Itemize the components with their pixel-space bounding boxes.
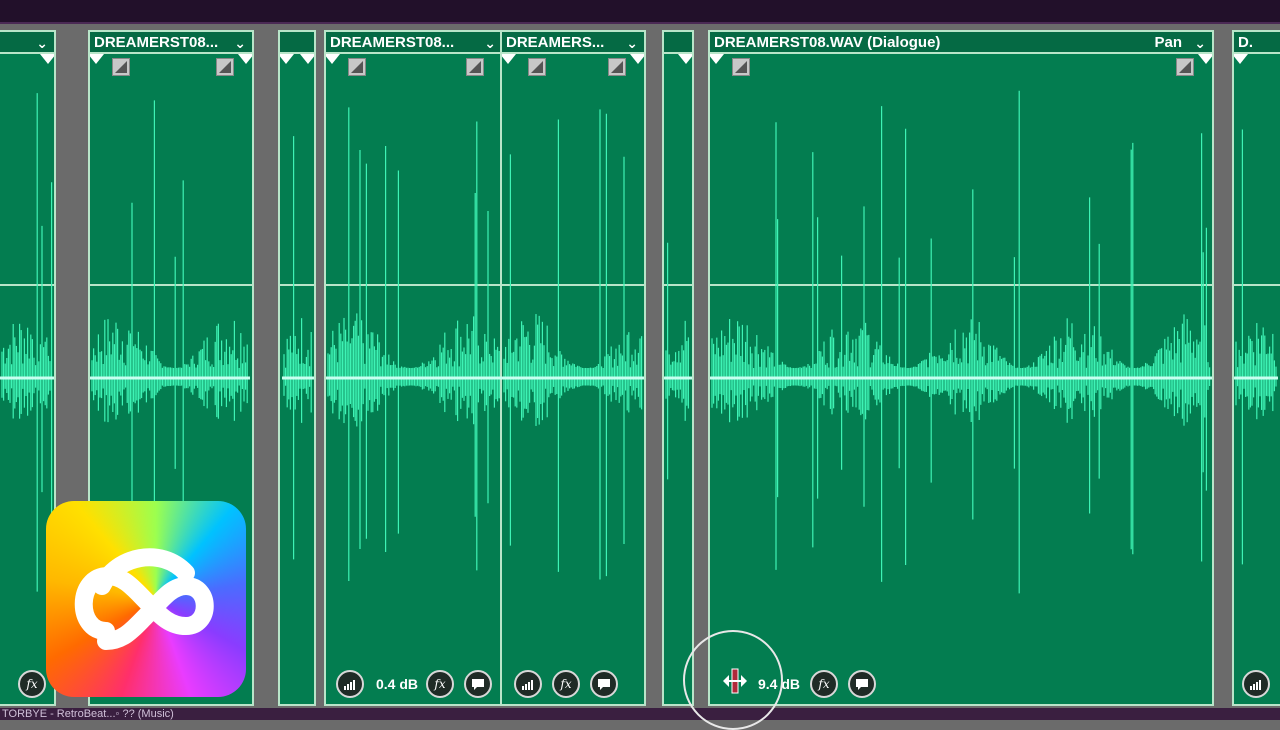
clip-footer: 0.4 dB fx (326, 666, 502, 698)
keyframe-icon[interactable] (608, 58, 626, 76)
clip-start-marker-icon (502, 54, 516, 64)
volume-meter-icon[interactable] (336, 670, 364, 698)
audio-clip[interactable]: DREAMERST08... ⌄ 0.4 dB fx (324, 30, 504, 706)
volume-line[interactable] (502, 284, 644, 286)
audio-clip[interactable]: DREAMERS... ⌄ fx (500, 30, 646, 706)
clip-end-marker-icon (300, 54, 314, 64)
clip-end-marker-icon (238, 54, 252, 64)
clip-title: DREAMERST08... (330, 34, 455, 51)
clip-start-marker-icon (1234, 54, 1248, 64)
clip-end-marker-icon (40, 54, 54, 64)
clip-footer: fx (502, 666, 644, 698)
creative-cloud-logo (46, 501, 246, 697)
volume-line[interactable] (664, 284, 692, 286)
clip-end-marker-icon (678, 54, 692, 64)
volume-line[interactable] (326, 284, 502, 286)
clip-gain-label: 0.4 dB (376, 676, 419, 692)
volume-line[interactable] (280, 284, 314, 286)
fx-icon[interactable]: fx (426, 670, 454, 698)
track-name-bar: TORBYE - RetroBeat...◦ ?? (Music) (0, 708, 1280, 720)
chevron-down-icon[interactable]: ⌄ (626, 32, 638, 52)
clip-title: DREAMERST08... (94, 34, 219, 51)
clip-start-marker-icon (280, 54, 294, 64)
clip-start-marker-icon (710, 54, 724, 64)
clip-footer (1234, 666, 1280, 698)
audio-clip[interactable]: D... (1232, 30, 1280, 706)
clip-header[interactable]: DREAMERS... ⌄ (502, 32, 644, 54)
fx-icon[interactable]: fx (18, 670, 46, 698)
clip-header[interactable]: DREAMERST08... ⌄ (326, 32, 502, 54)
chevron-down-icon[interactable]: ⌄ (1194, 32, 1206, 52)
fx-icon[interactable]: fx (552, 670, 580, 698)
volume-line[interactable] (1234, 284, 1280, 286)
clip-title: DREAMERST08.WAV (Dialogue) (714, 34, 941, 51)
clip-header[interactable]: ⌄ (0, 32, 54, 54)
clip-footer: 9.4 dB fx (710, 666, 1212, 698)
volume-meter-icon[interactable] (1242, 670, 1270, 698)
keyframe-icon[interactable] (528, 58, 546, 76)
keyframe-icon[interactable] (1176, 58, 1194, 76)
audio-clip-selected[interactable]: DREAMERST08.WAV (Dialogue) Pan ⌄ 9.4 dB … (708, 30, 1214, 706)
move-cursor-icon (723, 668, 747, 694)
fx-icon[interactable]: fx (810, 670, 838, 698)
clip-start-marker-icon (90, 54, 104, 64)
clip-title: DREAMERS... (506, 34, 605, 51)
chevron-down-icon[interactable]: ⌄ (36, 32, 48, 52)
clip-header[interactable]: DREAMERST08... ⌄ (90, 32, 252, 54)
comment-icon[interactable] (848, 670, 876, 698)
clip-header[interactable]: D... (1234, 32, 1280, 54)
keyframe-icon[interactable] (216, 58, 234, 76)
clip-start-marker-icon (326, 54, 340, 64)
audio-clip[interactable]: ... (278, 30, 316, 706)
clip-header[interactable]: ... (664, 32, 692, 54)
chevron-down-icon[interactable]: ⌄ (484, 32, 496, 52)
clip-end-marker-icon (630, 54, 644, 64)
pan-dropdown[interactable]: Pan (1154, 32, 1182, 52)
chevron-down-icon[interactable]: ⌄ (234, 32, 246, 52)
keyframe-icon[interactable] (732, 58, 750, 76)
top-bar (0, 0, 1280, 24)
audio-clip[interactable]: ... (662, 30, 694, 706)
volume-line[interactable] (90, 284, 252, 286)
keyframe-icon[interactable] (348, 58, 366, 76)
clip-title: D... (1238, 34, 1252, 51)
comment-icon[interactable] (590, 670, 618, 698)
clip-end-marker-icon (1198, 54, 1212, 64)
volume-line[interactable] (710, 284, 1212, 286)
volume-line[interactable] (0, 284, 54, 286)
keyframe-icon[interactable] (466, 58, 484, 76)
keyframe-icon[interactable] (112, 58, 130, 76)
volume-meter-icon[interactable] (514, 670, 542, 698)
clip-header[interactable]: ... (280, 32, 314, 54)
comment-icon[interactable] (464, 670, 492, 698)
clip-header[interactable]: DREAMERST08.WAV (Dialogue) Pan ⌄ (710, 32, 1212, 54)
